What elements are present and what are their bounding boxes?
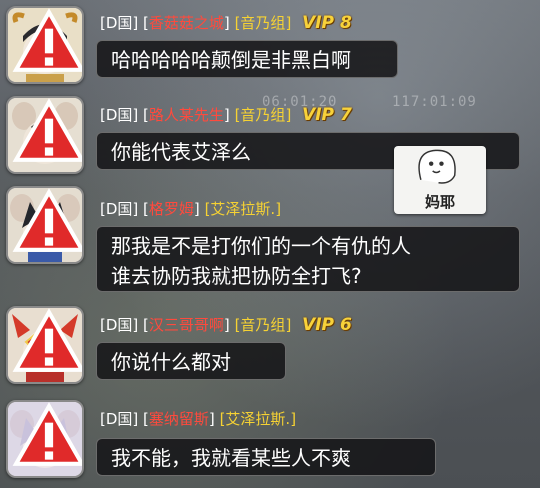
- avatar[interactable]: [6, 400, 84, 478]
- server-tag: [D国]: [100, 106, 139, 124]
- player-name[interactable]: 汉三哥哥啊: [149, 316, 224, 334]
- guild-name: 音乃组: [240, 316, 286, 334]
- background-timer: 117:01:09: [392, 94, 477, 110]
- player-name[interactable]: 香菇菇之城: [149, 14, 224, 32]
- guild-name: 艾泽拉斯.: [210, 200, 276, 218]
- warning-icon: [12, 8, 82, 72]
- warning-icon: [12, 98, 82, 162]
- message-text: 那我是不是打你们的一个有仇的人: [111, 234, 411, 258]
- player-name[interactable]: 路人某先生: [149, 106, 224, 124]
- message-header: [D国] [香菇菇之城] [音乃组] VIP 8: [100, 13, 352, 33]
- message-text: 你说什么都对: [111, 350, 231, 374]
- vip-badge: VIP 8: [302, 13, 352, 33]
- server-tag: [D国]: [100, 14, 139, 32]
- cartoon-face-sticker-icon: [418, 149, 456, 184]
- avatar[interactable]: [6, 6, 84, 84]
- sticker-caption: 妈耶: [424, 193, 455, 211]
- message-bubble: 哈哈哈哈哈颠倒是非黑白啊: [96, 40, 398, 78]
- message-bubble: 你说什么都对: [96, 342, 286, 380]
- message-text: 哈哈哈哈哈颠倒是非黑白啊: [111, 48, 351, 72]
- message-header: [D国] [塞纳留斯] [艾泽拉斯.]: [100, 410, 297, 428]
- vip-badge: VIP 6: [302, 315, 352, 335]
- vip-badge: VIP 7: [302, 105, 352, 125]
- sticker-image[interactable]: 妈耶: [394, 146, 486, 214]
- server-tag: [D国]: [100, 410, 139, 428]
- guild-name: 艾泽拉斯.: [225, 410, 291, 428]
- player-name[interactable]: 塞纳留斯: [149, 410, 209, 428]
- avatar[interactable]: [6, 186, 84, 264]
- message-text: 谁去协防我就把协防全打飞?: [111, 264, 362, 288]
- server-tag: [D国]: [100, 316, 139, 334]
- avatar[interactable]: [6, 306, 84, 384]
- message-header: [D国] [路人某先生] [音乃组] VIP 7: [100, 105, 352, 125]
- message-bubble: 那我是不是打你们的一个有仇的人 谁去协防我就把协防全打飞?: [96, 226, 520, 292]
- warning-icon: [12, 402, 82, 466]
- avatar[interactable]: [6, 96, 84, 174]
- guild-name: 音乃组: [240, 106, 286, 124]
- guild-name: 音乃组: [240, 14, 286, 32]
- server-tag: [D国]: [100, 200, 139, 218]
- warning-icon: [12, 188, 82, 252]
- message-text: 我不能，我就看某些人不爽: [111, 446, 351, 470]
- warning-icon: [12, 308, 82, 372]
- message-header: [D国] [汉三哥哥啊] [音乃组] VIP 6: [100, 315, 352, 335]
- message-header: [D国] [格罗姆] [艾泽拉斯.]: [100, 200, 282, 218]
- message-bubble: 我不能，我就看某些人不爽: [96, 438, 436, 476]
- player-name[interactable]: 格罗姆: [149, 200, 194, 218]
